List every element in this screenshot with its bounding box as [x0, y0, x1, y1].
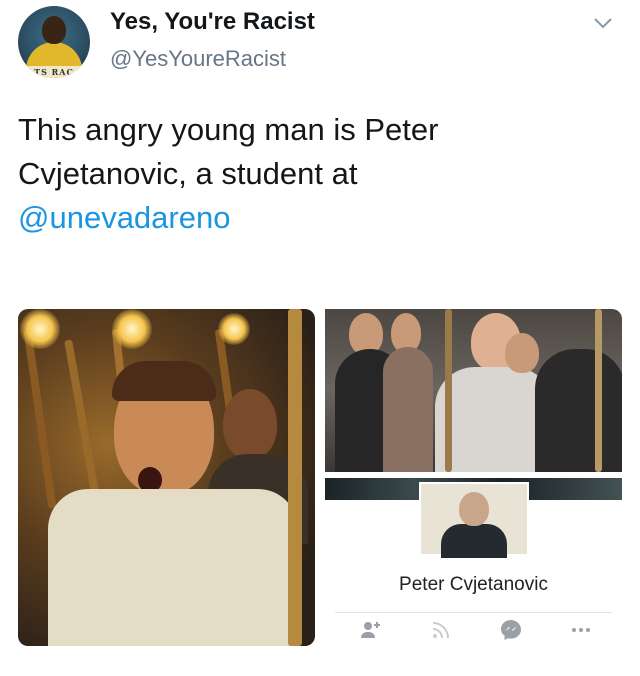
- torch: [445, 309, 452, 472]
- user-handle[interactable]: @YesYoureRacist: [110, 46, 286, 72]
- background-person-head: [223, 389, 277, 459]
- crowd-person-shirt: [383, 347, 433, 472]
- crowd-person-shirt: [535, 349, 622, 472]
- divider: [335, 612, 612, 613]
- display-name[interactable]: Yes, You're Racist: [110, 8, 315, 36]
- media-facebook-card[interactable]: Peter Cvjetanovic: [325, 478, 622, 646]
- facebook-actions: [325, 618, 622, 642]
- chevron-down-icon[interactable]: [592, 12, 614, 34]
- facebook-profile-name[interactable]: Peter Cvjetanovic: [325, 574, 622, 596]
- torch-flame: [20, 309, 60, 349]
- main-subject-shirt: [48, 489, 298, 646]
- media-photo-crowd[interactable]: [325, 309, 622, 472]
- add-friend-icon[interactable]: [359, 618, 383, 642]
- facebook-profile-photo[interactable]: [419, 482, 529, 558]
- torch: [288, 309, 302, 646]
- avatar-figure-head: [42, 16, 66, 44]
- main-subject-hair: [112, 361, 216, 401]
- media-photo-main[interactable]: [18, 309, 315, 646]
- profile-figure-body: [441, 524, 507, 558]
- messenger-icon[interactable]: [499, 618, 523, 642]
- torch: [23, 329, 57, 509]
- crowd-person-head: [505, 333, 539, 373]
- torch-flame: [112, 309, 152, 349]
- avatar-band-text: TS RAC: [18, 66, 90, 78]
- avatar[interactable]: TS RAC: [18, 6, 90, 78]
- tweet-text-line: This angry young man is Peter: [18, 112, 439, 147]
- profile-figure-head: [459, 492, 489, 526]
- more-icon[interactable]: [569, 618, 593, 642]
- torch: [64, 339, 100, 499]
- follow-icon[interactable]: [429, 618, 453, 642]
- torch: [595, 309, 602, 472]
- mention-link[interactable]: @unevadareno: [18, 196, 618, 240]
- torch-flame: [218, 313, 250, 345]
- tweet-text: This angry young man is Peter Cvjetanovi…: [18, 108, 618, 240]
- tweet-text-line: Cvjetanovic, a student at: [18, 156, 358, 191]
